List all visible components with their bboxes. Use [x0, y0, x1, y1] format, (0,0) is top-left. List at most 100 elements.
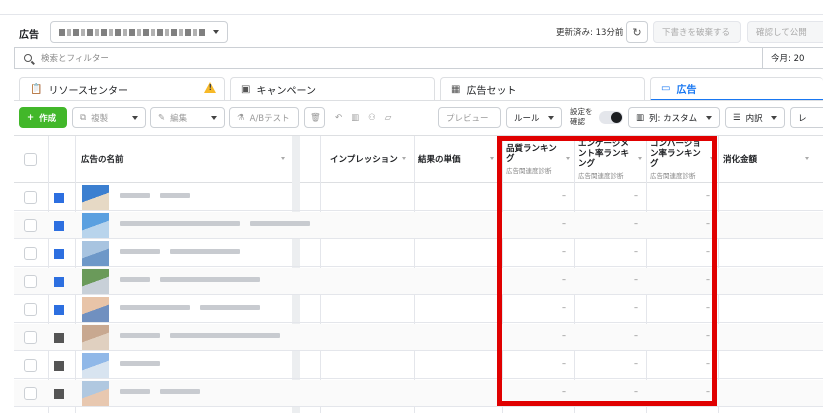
plus-icon: +: [27, 112, 35, 123]
breakdown-button[interactable]: ☰ 内訳: [725, 107, 785, 128]
ad-name-blurred: [120, 389, 150, 394]
undo-icon[interactable]: ↶: [335, 113, 342, 123]
breakdown-label: 内訳: [745, 113, 763, 124]
tab-ad-sets[interactable]: ▦ 広告セット: [440, 77, 645, 101]
tab-divider: [14, 100, 823, 101]
preview-button[interactable]: プレビュー: [438, 107, 501, 128]
columns-button[interactable]: ▥ 列: カスタム: [628, 107, 720, 128]
row-checkbox[interactable]: [24, 331, 37, 344]
select-all-checkbox[interactable]: [24, 153, 37, 166]
rules-button[interactable]: ルール: [506, 107, 562, 128]
tab-ads[interactable]: ▭ 広告: [650, 77, 823, 101]
ad-name-blurred: [250, 221, 310, 226]
ad-name-blurred: [170, 333, 280, 338]
ad-name-blurred: [160, 193, 190, 198]
ad-name-blurred: [160, 277, 260, 282]
create-button[interactable]: + 作成: [19, 107, 67, 128]
delivery-toggle[interactable]: [54, 193, 64, 203]
ad-thumbnail: [82, 381, 109, 406]
columns-label: 列: カスタム: [649, 113, 698, 124]
column-header-label: 広告の名前: [81, 154, 124, 165]
flask-icon: ⚗: [237, 112, 245, 123]
tab-resource-center[interactable]: 📋 リソースセンター: [19, 77, 225, 101]
review-publish-button[interactable]: 確認して公開: [747, 21, 823, 43]
folder-icon: ▣: [241, 84, 251, 95]
trash-button[interactable]: 🗑: [304, 107, 325, 128]
row-checkbox[interactable]: [24, 219, 37, 232]
ad-icon: ▭: [661, 83, 671, 94]
column-header-impressions[interactable]: インプレッション: [330, 136, 412, 183]
row-checkbox[interactable]: [24, 303, 37, 316]
chevron-down-icon: [132, 115, 138, 120]
sort-icon: [805, 157, 809, 160]
ad-name-blurred: [120, 277, 150, 282]
ad-name-blurred: [120, 361, 160, 366]
column-header-ad-name[interactable]: 広告の名前: [81, 136, 291, 183]
create-label: 作成: [39, 113, 57, 124]
reports-label: レ: [798, 113, 807, 124]
chevron-down-icon: [548, 115, 554, 120]
delete-icon[interactable]: ▥: [351, 113, 359, 123]
account-name-blurred: [59, 28, 207, 36]
delivery-toggle[interactable]: [54, 333, 64, 343]
delivery-toggle[interactable]: [54, 249, 64, 259]
column-header-amount-spent[interactable]: 消化金額: [723, 136, 815, 183]
settings-confirm-toggle[interactable]: [599, 111, 623, 124]
delivery-toggle[interactable]: [54, 361, 64, 371]
delivery-toggle[interactable]: [54, 305, 64, 315]
column-header-label: 消化金額: [723, 154, 758, 165]
settings-confirm-label: 設定を 確認: [570, 107, 593, 126]
tab-label: 広告: [676, 85, 697, 96]
ad-name-blurred: [120, 305, 190, 310]
edit-button[interactable]: ✎ 編集: [150, 107, 225, 128]
ad-name-blurred: [200, 305, 260, 310]
column-header-cost-per-result[interactable]: 結果の単価: [418, 136, 500, 183]
tab-campaigns[interactable]: ▣ キャンペーン: [230, 77, 435, 101]
updated-status: 更新済み: 13分前: [556, 28, 624, 38]
account-selector[interactable]: [50, 21, 228, 43]
column-header-label: 結果の単価: [418, 154, 461, 165]
tab-label: キャンペーン: [256, 86, 316, 97]
search-input[interactable]: 検索とフィルター: [41, 52, 109, 64]
edit-label: 編集: [170, 113, 188, 124]
chevron-down-icon: [771, 115, 777, 120]
row-checkbox[interactable]: [24, 275, 37, 288]
column-header-label: インプレッション: [330, 154, 398, 165]
pencil-icon: ✎: [158, 112, 166, 123]
sort-icon: [402, 157, 406, 160]
share-icon[interactable]: ⚇: [368, 113, 376, 123]
ad-name-blurred: [120, 249, 160, 254]
rules-label: ルール: [514, 113, 540, 124]
row-checkbox[interactable]: [24, 191, 37, 204]
comment-icon[interactable]: ▱: [385, 113, 392, 123]
ranking-columns-highlight: [497, 136, 717, 406]
chevron-down-icon: [706, 115, 712, 120]
ad-thumbnail: [82, 213, 109, 238]
clipboard-icon: 📋: [30, 84, 43, 95]
ad-thumbnail: [82, 325, 109, 350]
breakdown-icon: ☰: [733, 112, 741, 123]
columns-icon: ▥: [636, 112, 645, 123]
reports-button[interactable]: レ: [790, 107, 823, 128]
trash-icon: 🗑: [310, 112, 321, 123]
search-filter-bar[interactable]: 検索とフィルター: [14, 47, 823, 69]
tab-label: リソースセンター: [48, 86, 128, 97]
delivery-toggle[interactable]: [54, 277, 64, 287]
duplicate-label: 複製: [91, 113, 109, 124]
row-checkbox[interactable]: [24, 247, 37, 260]
row-checkbox[interactable]: [24, 387, 37, 400]
delivery-toggle[interactable]: [54, 389, 64, 399]
duplicate-button[interactable]: ⧉ 複製: [72, 107, 146, 128]
row-checkbox[interactable]: [24, 359, 37, 372]
refresh-button[interactable]: ↻: [626, 21, 648, 43]
ad-thumbnail: [82, 241, 109, 266]
refresh-icon: ↻: [632, 25, 642, 39]
ad-name-blurred: [120, 193, 150, 198]
action-icons-group: ↶ ▥ ⚇ ▱: [330, 107, 410, 128]
delivery-toggle[interactable]: [54, 221, 64, 231]
ab-test-button[interactable]: ⚗ A/Bテスト: [229, 107, 299, 128]
ad-name-blurred: [160, 389, 200, 394]
ad-thumbnail: [82, 353, 109, 378]
discard-drafts-button[interactable]: 下書きを破棄する: [653, 21, 741, 43]
date-range-selector[interactable]: 今月: 20: [762, 47, 823, 69]
